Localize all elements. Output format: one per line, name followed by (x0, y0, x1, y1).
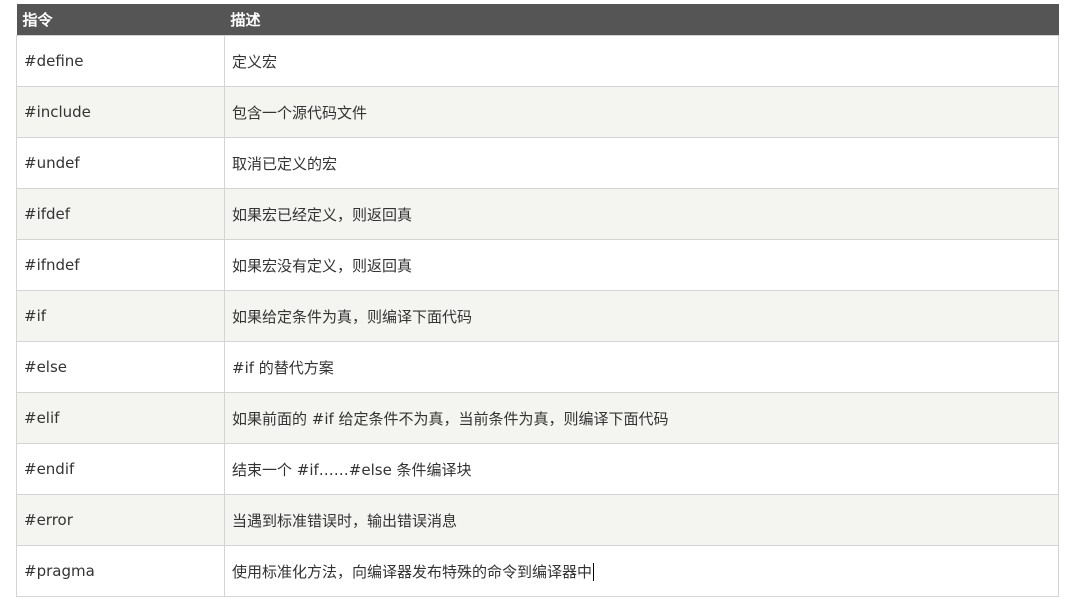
header-description: 描述 (224, 4, 1059, 36)
table-row: #elif 如果前面的 #if 给定条件不为真，当前条件为真，则编译下面代码 (16, 392, 1059, 444)
table-row: #if 如果给定条件为真，则编译下面代码 (16, 290, 1059, 342)
description-cell-editable[interactable]: 使用标准化方法，向编译器发布特殊的命令到编译器中 (224, 545, 1059, 597)
description-cell: #if 的替代方案 (224, 341, 1059, 393)
directive-cell: #endif (16, 443, 225, 495)
table-header-row: 指令 描述 (16, 4, 1059, 36)
table-row: #pragma 使用标准化方法，向编译器发布特殊的命令到编译器中 (16, 545, 1059, 597)
table-row: #ifndef 如果宏没有定义，则返回真 (16, 239, 1059, 291)
description-cell: 如果给定条件为真，则编译下面代码 (224, 290, 1059, 342)
text-cursor (593, 563, 595, 581)
preprocessor-directives-table: 指令 描述 #define 定义宏 #include 包含一个源代码文件 #un… (16, 4, 1059, 597)
directive-cell: #error (16, 494, 225, 546)
directive-cell: #include (16, 86, 225, 138)
description-cell: 包含一个源代码文件 (224, 86, 1059, 138)
table-row: #else #if 的替代方案 (16, 341, 1059, 393)
directive-cell: #elif (16, 392, 225, 444)
table-row: #undef 取消已定义的宏 (16, 137, 1059, 189)
directive-cell: #define (16, 35, 225, 87)
directive-cell: #undef (16, 137, 225, 189)
table-row: #endif 结束一个 #if……#else 条件编译块 (16, 443, 1059, 495)
description-cell: 如果宏已经定义，则返回真 (224, 188, 1059, 240)
directive-cell: #else (16, 341, 225, 393)
description-text: 使用标准化方法，向编译器发布特殊的命令到编译器中 (232, 562, 593, 581)
description-cell: 如果宏没有定义，则返回真 (224, 239, 1059, 291)
table-row: #define 定义宏 (16, 35, 1059, 87)
description-cell: 如果前面的 #if 给定条件不为真，当前条件为真，则编译下面代码 (224, 392, 1059, 444)
table-row: #error 当遇到标准错误时，输出错误消息 (16, 494, 1059, 546)
description-cell: 定义宏 (224, 35, 1059, 87)
table-row: #include 包含一个源代码文件 (16, 86, 1059, 138)
directive-cell: #if (16, 290, 225, 342)
directive-cell: #pragma (16, 545, 225, 597)
description-cell: 结束一个 #if……#else 条件编译块 (224, 443, 1059, 495)
directive-cell: #ifdef (16, 188, 225, 240)
directive-cell: #ifndef (16, 239, 225, 291)
header-directive: 指令 (16, 4, 225, 36)
table-row: #ifdef 如果宏已经定义，则返回真 (16, 188, 1059, 240)
description-cell: 当遇到标准错误时，输出错误消息 (224, 494, 1059, 546)
description-cell: 取消已定义的宏 (224, 137, 1059, 189)
